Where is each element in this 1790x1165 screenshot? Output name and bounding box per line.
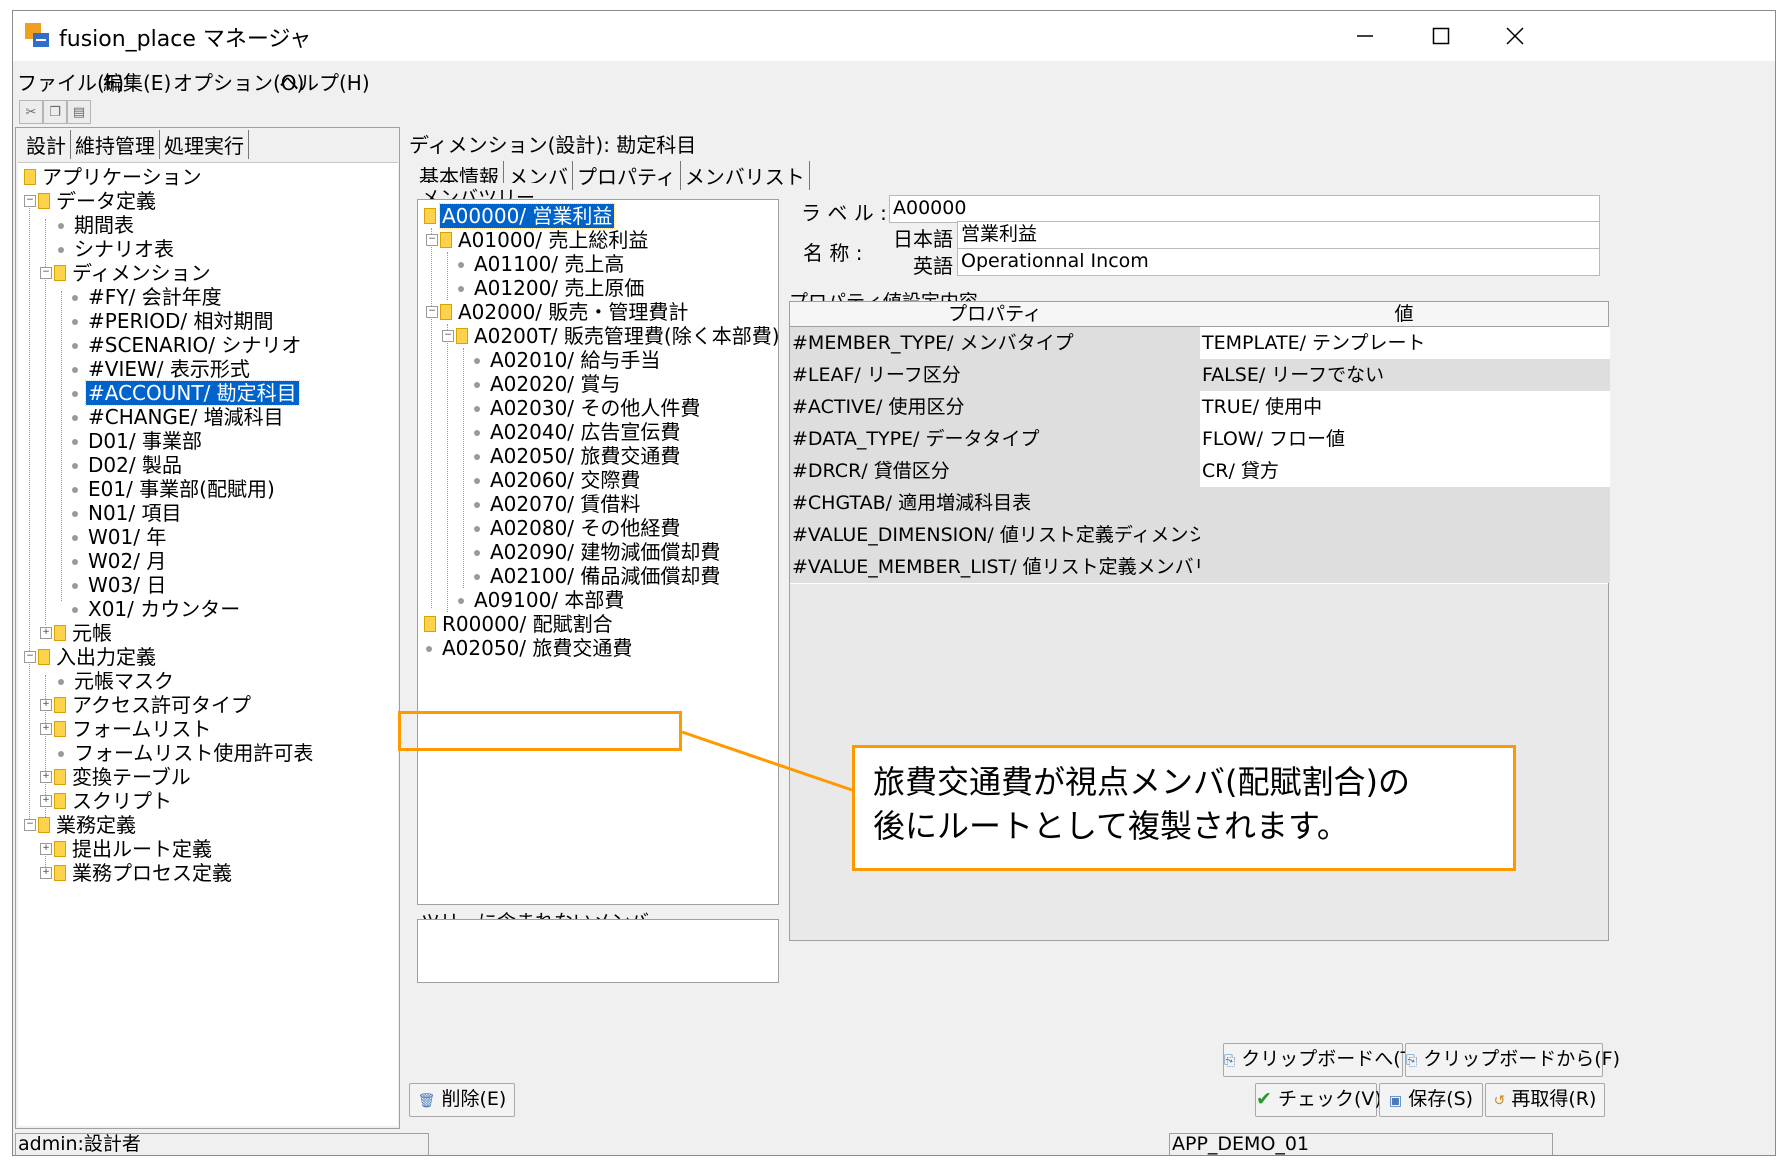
callout-note: 旅費交通費が視点メンバ(配賦割合)の 後にルートとして複製されます。 (852, 745, 1516, 871)
callout-line-2: 後にルートとして複製されます。 (873, 807, 1349, 845)
callout-line-1: 旅費交通費が視点メンバ(配賦割合)の (873, 763, 1410, 801)
callout-connector (681, 730, 853, 792)
